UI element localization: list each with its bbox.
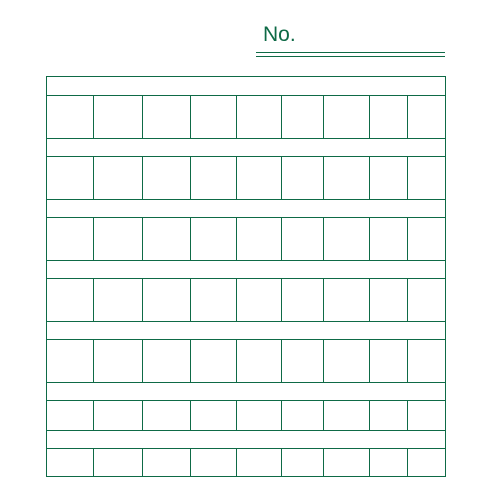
separator-band-1 (46, 76, 446, 96)
cell-row-7 (46, 448, 446, 477)
cell-row-2 (46, 156, 446, 200)
manuscript-sheet: No. (0, 0, 495, 494)
separator-band-6 (46, 382, 446, 401)
separator-band-4 (46, 260, 446, 279)
cell-row-4 (46, 278, 446, 322)
cell-row-1 (46, 95, 446, 139)
separator-band-2 (46, 138, 446, 157)
cell-row-6 (46, 400, 446, 431)
separator-band-3 (46, 199, 446, 218)
separator-band-7 (46, 430, 446, 449)
cell-row-5 (46, 339, 446, 383)
writing-grid (46, 76, 446, 477)
cell-row-3 (46, 217, 446, 261)
separator-band-5 (46, 321, 446, 340)
